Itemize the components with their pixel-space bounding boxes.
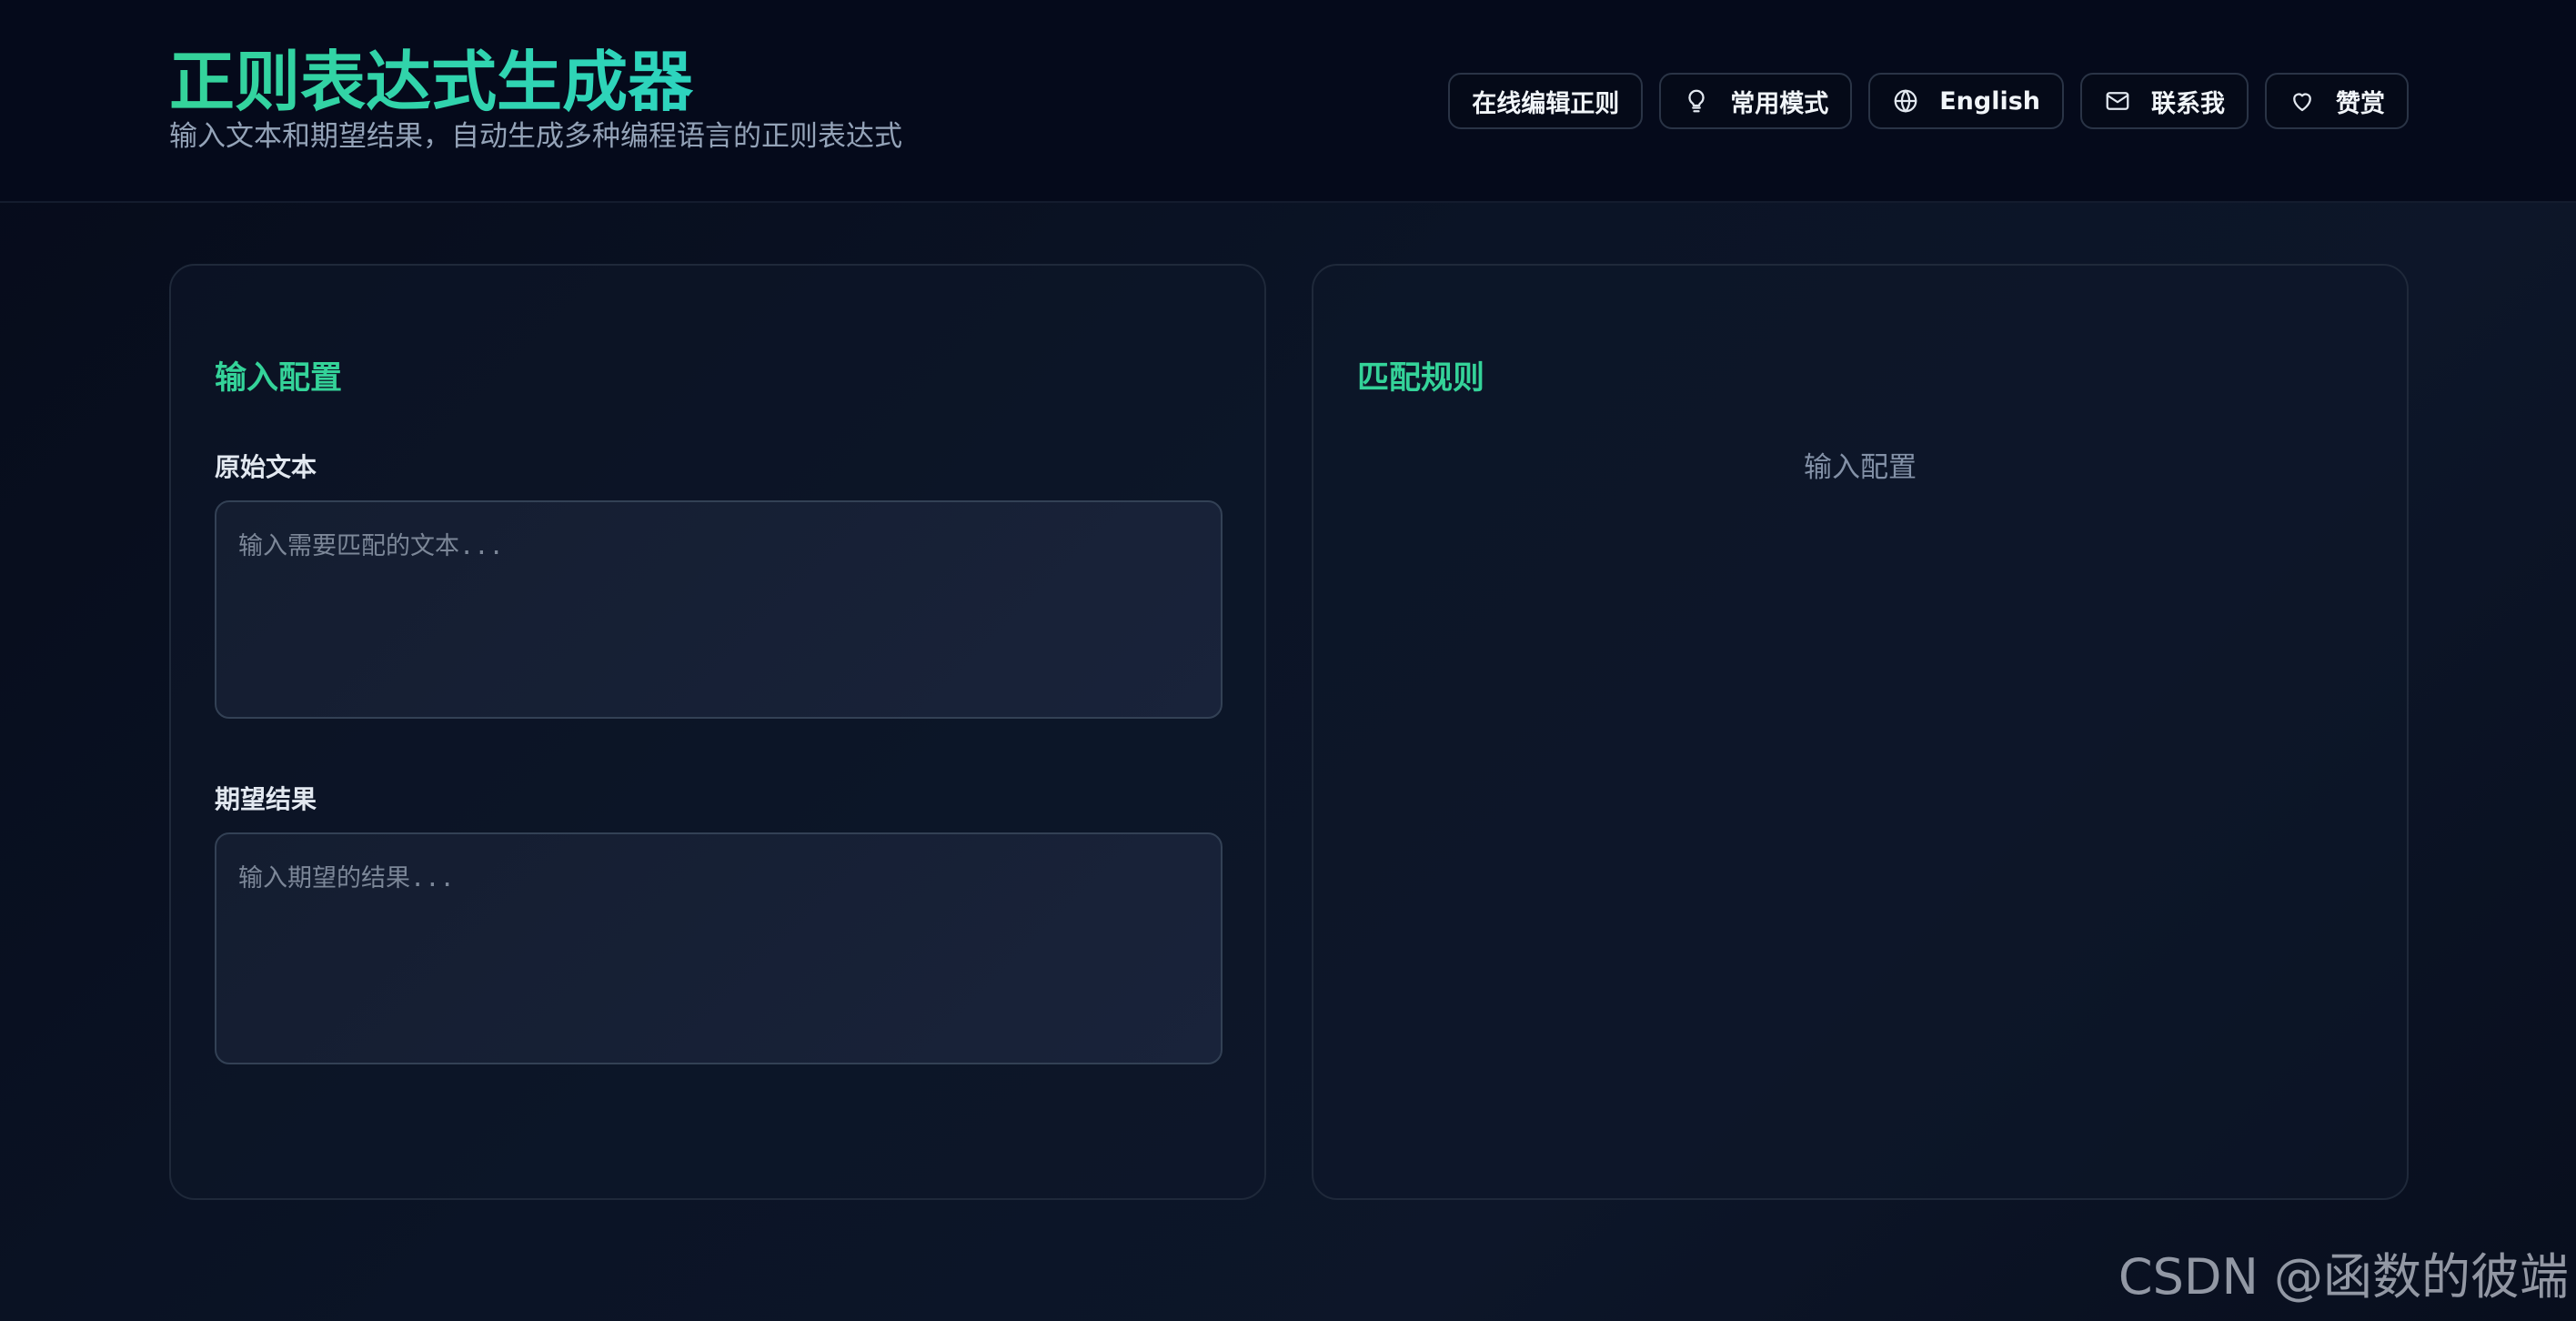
language-label: English — [1939, 86, 2040, 116]
language-button[interactable]: English — [1868, 73, 2064, 129]
empty-state-text: 输入配置 — [1804, 451, 1917, 484]
contact-label: 联系我 — [2151, 89, 2225, 118]
heart-icon — [2289, 87, 2316, 115]
expected-result-input[interactable] — [215, 832, 1223, 1064]
donate-label: 赞赏 — [2336, 89, 2385, 118]
app-header: 正则表达式生成器 输入文本和期望结果，自动生成多种编程语言的正则表达式 在线编辑… — [0, 0, 2576, 203]
top-nav: 在线编辑正则 常用模式 English 联系我 赞赏 — [1448, 73, 2409, 129]
match-rules-panel: 匹配规则 输入配置 — [1312, 264, 2409, 1200]
match-rules-title: 匹配规则 — [1357, 360, 1485, 397]
donate-button[interactable]: 赞赏 — [2265, 73, 2409, 129]
page-subtitle: 输入文本和期望结果，自动生成多种编程语言的正则表达式 — [169, 120, 902, 153]
common-patterns-button[interactable]: 常用模式 — [1659, 73, 1853, 129]
contact-button[interactable]: 联系我 — [2080, 73, 2249, 129]
edit-online-label: 在线编辑正则 — [1472, 89, 1620, 118]
edit-online-button[interactable]: 在线编辑正则 — [1448, 73, 1644, 129]
mail-icon — [2104, 87, 2131, 115]
source-text-input[interactable] — [215, 500, 1223, 719]
expected-result-label: 期望结果 — [215, 784, 317, 814]
lightbulb-icon — [1683, 87, 1710, 115]
watermark: CSDN @函数的彼端 — [2118, 1248, 2569, 1306]
page-title: 正则表达式生成器 — [169, 38, 693, 126]
source-text-label: 原始文本 — [215, 452, 317, 482]
input-config-title: 输入配置 — [215, 360, 343, 397]
input-config-panel: 输入配置 原始文本 期望结果 — [169, 264, 1266, 1200]
globe-icon — [1892, 87, 1919, 115]
common-patterns-label: 常用模式 — [1730, 89, 1829, 118]
